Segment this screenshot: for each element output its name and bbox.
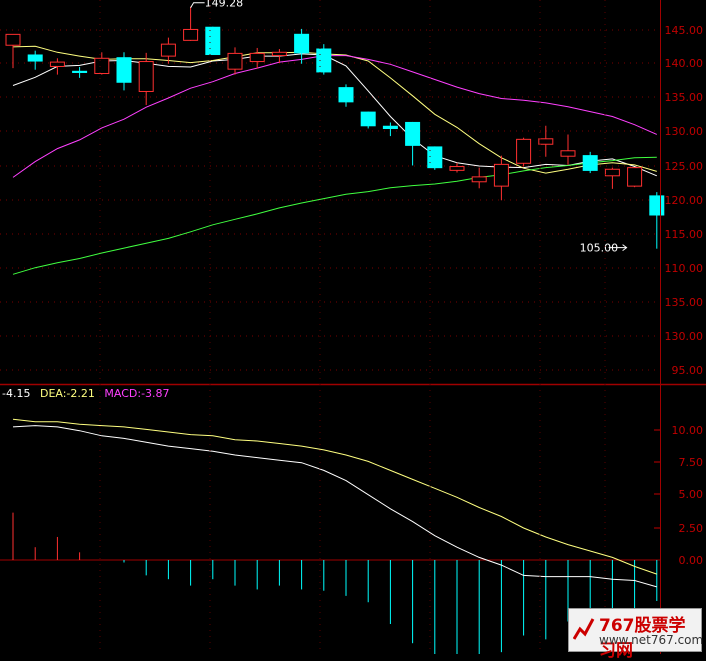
- high-marker-arrow: [190, 2, 205, 8]
- candle-body-up: [538, 138, 554, 145]
- candle-body-up: [627, 167, 643, 187]
- dif-line: [12, 425, 657, 588]
- macd-tick-label: 10.00: [672, 424, 704, 437]
- price-tick-label: 120.00: [665, 194, 704, 207]
- ma-line-yellow: [12, 45, 657, 174]
- candle-body-up: [271, 51, 287, 57]
- price-tick-label: 125.00: [665, 160, 704, 173]
- macd-tick-label: 2.50: [679, 522, 704, 535]
- candle-body-up: [160, 43, 176, 57]
- candle-body-down: [649, 195, 665, 216]
- price-tick-label: 130.00: [665, 330, 704, 343]
- candle-body-up: [560, 150, 576, 157]
- macd-tick-label: 0.00: [679, 554, 704, 567]
- candle-body-up: [183, 28, 199, 41]
- candle-body-down: [338, 87, 354, 103]
- price-tick-label: 115.00: [665, 228, 704, 241]
- ma-line-green: [12, 156, 657, 275]
- watermark-url: www.net767.com: [599, 633, 704, 647]
- price-tick-label: 135.00: [665, 296, 704, 309]
- dea-legend: DEA:-2.21: [39, 387, 95, 400]
- price-tick-label: 130.00: [665, 125, 704, 138]
- candle-body-up: [5, 33, 21, 46]
- candle-body-down: [382, 125, 398, 130]
- candle-body-down: [427, 146, 443, 169]
- macd-tick-label: 5.00: [679, 488, 704, 501]
- price-tick-label: 110.00: [665, 262, 704, 275]
- candle-body-up: [138, 61, 154, 92]
- candle-body-up: [493, 163, 509, 187]
- ma-line-white: [12, 53, 657, 177]
- candle-body-up: [227, 52, 243, 70]
- price-tick-label: 95.00: [672, 364, 704, 377]
- candle-body-down: [360, 111, 376, 127]
- price-tick-label: 135.00: [665, 91, 704, 104]
- candle-body-down: [316, 48, 332, 73]
- macd-tick-label: 7.50: [679, 456, 704, 469]
- watermark: 767股票学习网 www.net767.com: [568, 608, 704, 661]
- candle-body-down: [582, 155, 598, 171]
- price-tick-label: 145.00: [665, 24, 704, 37]
- high-price-label: 149.28: [205, 0, 244, 10]
- macd-value-legend: MACD:-3.87: [104, 387, 170, 400]
- candle-body-down: [405, 121, 421, 146]
- dif-legend: -4.15: [2, 387, 31, 400]
- stock-chart: 145.00 140.00 135.00 130.00 125.00 120.00 115.…: [0, 0, 706, 654]
- candle-body-up: [94, 57, 110, 75]
- candle-body-up: [471, 176, 487, 183]
- candle-body-down: [205, 26, 221, 56]
- price-panel: 145.00 140.00 135.00 130.00 125.00 120.00 115.…: [0, 0, 703, 377]
- candle-body-down: [116, 57, 132, 83]
- chart-logo-icon: [573, 618, 595, 640]
- ma-line-magenta: [12, 55, 658, 178]
- candle-body-up: [604, 168, 620, 177]
- candle-body-up: [516, 138, 532, 164]
- candle-body-up: [49, 61, 65, 67]
- candle-body-down: [72, 70, 88, 73]
- macd-legend: -4.15 DEA:-2.21 MACD:-3.87: [2, 387, 176, 400]
- dea-line: [12, 418, 657, 575]
- candle-body-up: [249, 52, 265, 63]
- candle-body-down: [294, 33, 310, 54]
- candle-body-down: [27, 54, 43, 62]
- candle-body-up: [449, 166, 465, 171]
- price-tick-label: 140.00: [665, 57, 704, 70]
